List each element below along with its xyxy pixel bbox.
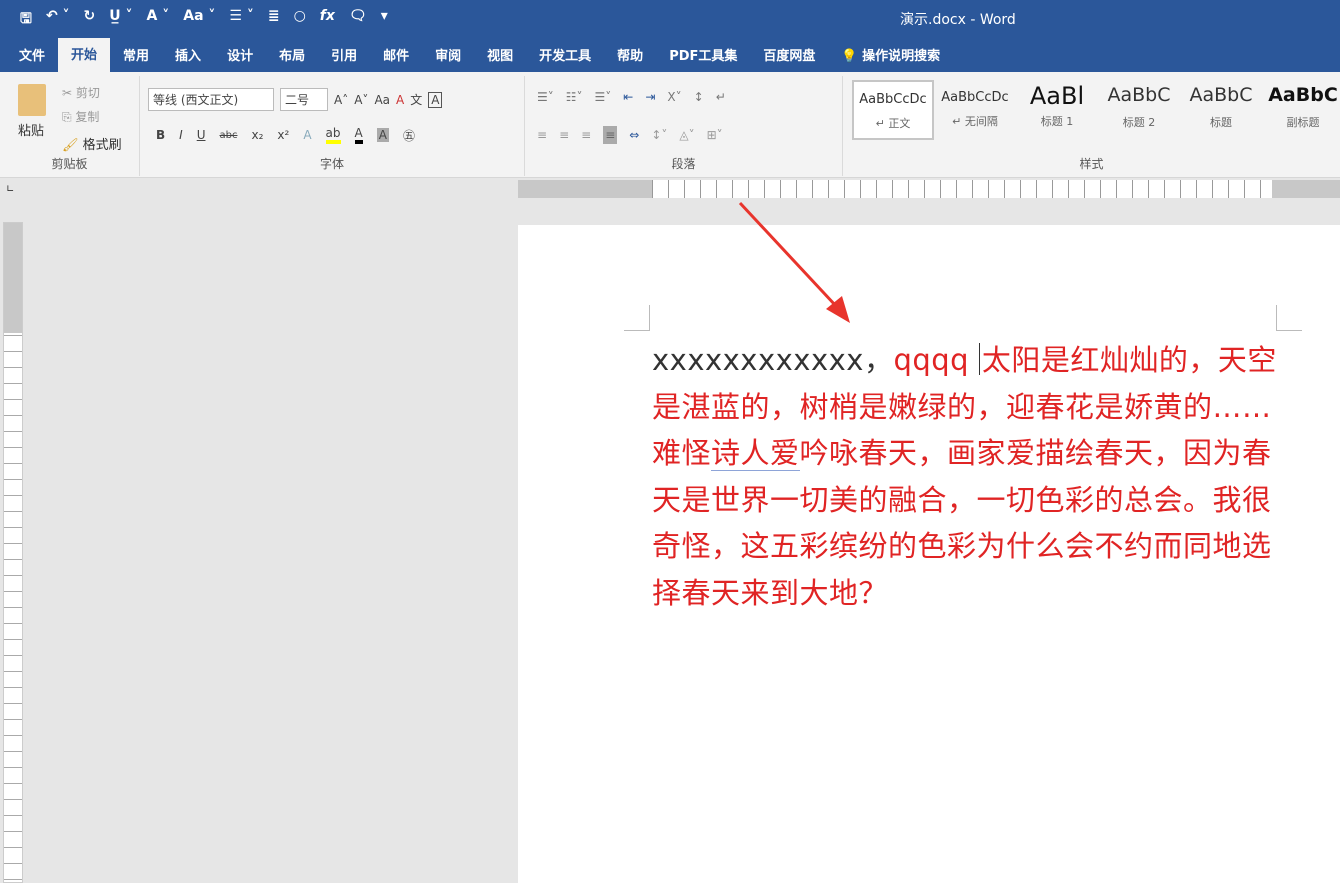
annotation-arrow (738, 201, 850, 323)
arrow-shaft (738, 201, 838, 308)
